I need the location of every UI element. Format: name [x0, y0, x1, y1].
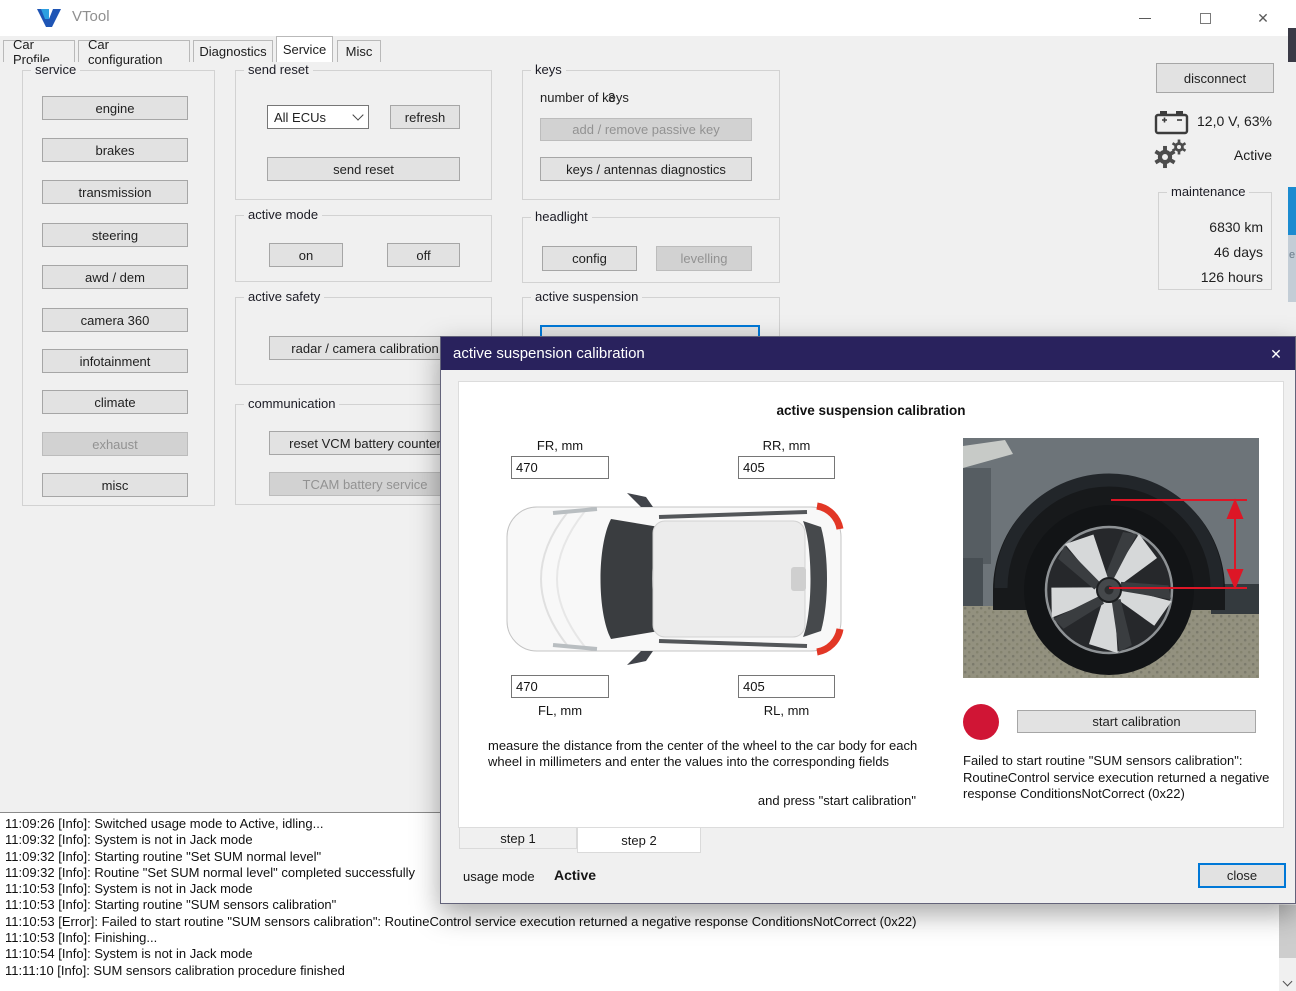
tab-diagnostics[interactable]: Diagnostics	[193, 40, 273, 62]
dialog-title: active suspension calibration	[453, 345, 645, 362]
minimize-icon[interactable]	[1130, 6, 1160, 30]
active-mode-off-button[interactable]: off	[387, 243, 460, 267]
rl-input[interactable]	[738, 675, 835, 698]
climate-button[interactable]: climate	[42, 390, 188, 414]
rr-label: RR, mm	[738, 438, 835, 453]
awd-dem-button[interactable]: awd / dem	[42, 265, 188, 289]
radar-camera-calibration-button[interactable]: radar / camera calibration	[269, 336, 461, 360]
camera-360-button[interactable]: camera 360	[42, 308, 188, 332]
vtool-logo-icon	[36, 8, 62, 28]
scrollbar-thumb[interactable]	[1279, 905, 1296, 958]
tab-car-profile[interactable]: Car Profile	[3, 40, 75, 62]
background-window-sliver: e	[1288, 235, 1296, 302]
log-line: 11:10:53 [Info]: Finishing...	[5, 930, 1296, 946]
send-reset-group-label: send reset	[244, 62, 313, 77]
chevron-down-icon	[352, 109, 363, 120]
headlight-config-button[interactable]: config	[542, 246, 637, 271]
battery-icon	[1154, 109, 1190, 135]
ecu-select[interactable]: All ECUs	[267, 105, 369, 129]
dialog-titlebar: active suspension calibration ✕	[441, 337, 1295, 370]
dialog-close-button[interactable]: close	[1198, 863, 1286, 888]
tab-car-configuration[interactable]: Car configuration	[78, 40, 190, 62]
tab-misc[interactable]: Misc	[337, 40, 381, 62]
headlight-levelling-button: levelling	[656, 246, 752, 271]
app-title: VTool	[72, 8, 110, 25]
maintenance-km: 6830 km	[1209, 219, 1263, 235]
reset-vcm-battery-counter-button[interactable]: reset VCM battery counter	[269, 431, 461, 455]
battery-status: 12,0 V, 63%	[1190, 113, 1272, 129]
maintenance-group-label: maintenance	[1167, 184, 1249, 199]
fl-input[interactable]	[511, 675, 609, 698]
service-group-label: service	[31, 62, 80, 77]
start-calibration-button[interactable]: start calibration	[1017, 710, 1256, 733]
active-safety-group-label: active safety	[244, 289, 324, 304]
fl-label: FL, mm	[511, 703, 609, 718]
close-icon[interactable]: ✕	[1248, 6, 1278, 30]
chevron-down-icon	[1283, 976, 1293, 986]
scrollbar-down-button[interactable]	[1279, 974, 1296, 991]
dialog-heading: active suspension calibration	[458, 403, 1284, 418]
usage-mode-label: usage mode	[463, 869, 535, 884]
titlebar: VTool ✕	[0, 0, 1296, 36]
tcam-battery-service-button: TCAM battery service	[269, 472, 461, 496]
rr-input[interactable]	[738, 456, 835, 479]
steering-button[interactable]: steering	[42, 223, 188, 247]
tab-step-2[interactable]: step 2	[577, 828, 701, 853]
wheel-photo	[963, 438, 1259, 678]
misc-button[interactable]: misc	[42, 473, 188, 497]
tab-service[interactable]: Service	[276, 36, 333, 62]
usage-mode-value: Active	[1190, 147, 1272, 163]
keys-group-label: keys	[531, 62, 566, 77]
dialog-close-icon[interactable]: ✕	[1265, 344, 1287, 364]
log-line: 11:10:53 [Error]: Failed to start routin…	[5, 914, 1296, 930]
instructions-text: measure the distance from the center of …	[488, 738, 920, 771]
car-top-view-image	[501, 491, 849, 667]
main-tabstrip: Car Profile Car configuration Diagnostic…	[0, 36, 1296, 62]
active-suspension-group-label: active suspension	[531, 289, 642, 304]
calibration-error-text: Failed to start routine "SUM sensors cal…	[963, 753, 1279, 803]
maximize-icon[interactable]	[1190, 6, 1220, 30]
press-note-text: and press "start calibration"	[641, 793, 916, 808]
log-line: 11:10:54 [Info]: System is not in Jack m…	[5, 946, 1296, 962]
background-window-sliver	[1288, 187, 1296, 235]
fr-label: FR, mm	[511, 438, 609, 453]
infotainment-button[interactable]: infotainment	[42, 349, 188, 373]
tab-step-1[interactable]: step 1	[459, 828, 577, 849]
maintenance-hours: 126 hours	[1201, 269, 1263, 285]
usage-mode-gears-icon	[1152, 138, 1190, 170]
transmission-button[interactable]: transmission	[42, 180, 188, 204]
fr-input[interactable]	[511, 456, 609, 479]
number-of-keys-value: 3	[608, 90, 615, 105]
communication-group-label: communication	[244, 396, 339, 411]
maintenance-group: maintenance 6830 km 46 days 126 hours	[1158, 192, 1272, 290]
log-line: 11:11:10 [Info]: SUM sensors calibration…	[5, 963, 1296, 979]
vtool-window: VTool ✕ Car Profile Car configuration Di…	[0, 0, 1296, 991]
engine-button[interactable]: engine	[42, 96, 188, 120]
refresh-button[interactable]: refresh	[390, 105, 460, 129]
active-mode-on-button[interactable]: on	[269, 243, 343, 267]
maintenance-days: 46 days	[1214, 244, 1263, 260]
keys-antennas-diagnostics-button[interactable]: keys / antennas diagnostics	[540, 157, 752, 181]
number-of-keys-label: number of keys	[540, 90, 629, 105]
add-remove-passive-key-button: add / remove passive key	[540, 118, 752, 141]
dialog-usage-mode-value: Active	[554, 867, 596, 883]
status-indicator	[963, 704, 999, 740]
disconnect-button[interactable]: disconnect	[1156, 63, 1274, 93]
brakes-button[interactable]: brakes	[42, 138, 188, 162]
background-window-sliver	[1288, 28, 1296, 62]
rl-label: RL, mm	[738, 703, 835, 718]
active-suspension-calibration-dialog: active suspension calibration ✕ active s…	[440, 336, 1296, 904]
send-reset-button[interactable]: send reset	[267, 157, 460, 181]
active-mode-group-label: active mode	[244, 207, 322, 222]
headlight-group-label: headlight	[531, 209, 592, 224]
exhaust-button: exhaust	[42, 432, 188, 456]
